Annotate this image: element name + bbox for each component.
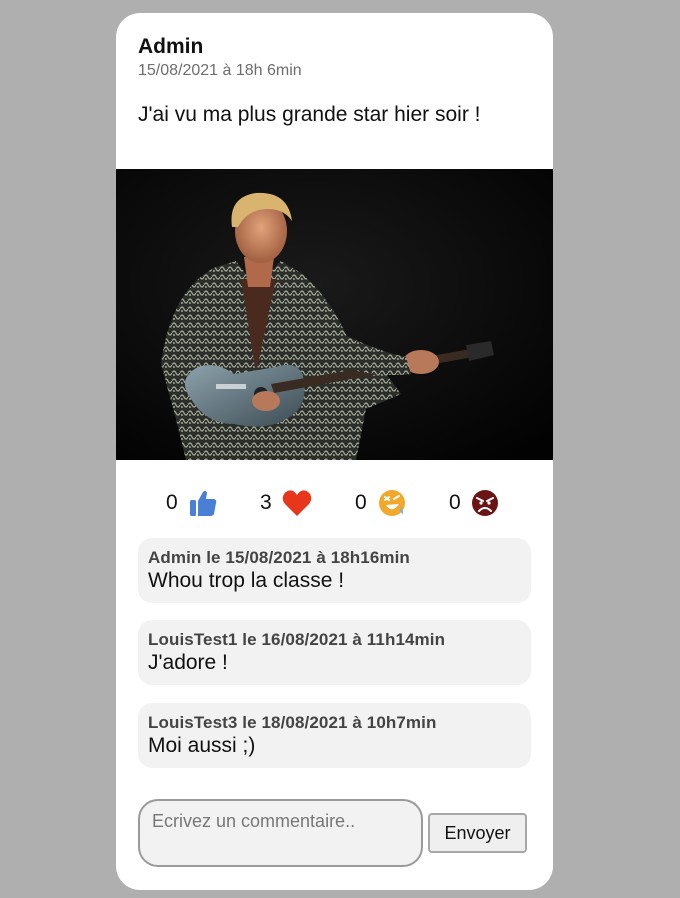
reaction-laugh-button[interactable]: 0 <box>355 483 407 523</box>
reaction-love-button[interactable]: 3 <box>260 483 312 523</box>
angry-face-icon <box>471 490 498 516</box>
laughing-face-icon <box>378 490 405 516</box>
angry-count: 0 <box>449 491 461 514</box>
comment-item: Admin le 15/08/2021 à 18h16min Whou trop… <box>138 538 531 603</box>
post-author: Admin <box>138 35 204 58</box>
comment-text: J'adore ! <box>148 651 228 674</box>
post-date: 15/08/2021 à 18h 6min <box>138 62 302 79</box>
post-header: Admin 15/08/2021 à 18h 6min <box>138 35 302 81</box>
laugh-count: 0 <box>355 491 367 514</box>
comment-meta: LouisTest1 le 16/08/2021 à 11h14min <box>148 630 446 649</box>
post-card: Admin 15/08/2021 à 18h 6min J'ai vu ma p… <box>116 13 553 890</box>
comment-item: LouisTest1 le 16/08/2021 à 11h14min J'ad… <box>138 620 531 685</box>
send-button[interactable]: Envoyer <box>428 813 527 853</box>
love-count: 3 <box>260 491 272 514</box>
post-image[interactable] <box>116 169 553 460</box>
thumbs-up-icon <box>189 490 216 516</box>
reaction-angry-button[interactable]: 0 <box>449 483 499 523</box>
comment-input[interactable] <box>138 799 423 867</box>
comment-meta: LouisTest3 le 18/08/2021 à 10h7min <box>148 713 437 732</box>
comment-meta: Admin le 15/08/2021 à 18h16min <box>148 548 410 567</box>
like-count: 0 <box>166 491 178 514</box>
reaction-like-button[interactable]: 0 <box>166 483 218 523</box>
reactions-bar: 0 3 0 0 <box>116 483 553 523</box>
comment-item: LouisTest3 le 18/08/2021 à 10h7min Moi a… <box>138 703 531 768</box>
heart-icon <box>282 490 311 516</box>
comment-text: Whou trop la classe ! <box>148 569 345 592</box>
post-text: J'ai vu ma plus grande star hier soir ! <box>138 103 481 126</box>
comment-text: Moi aussi ;) <box>148 734 256 757</box>
